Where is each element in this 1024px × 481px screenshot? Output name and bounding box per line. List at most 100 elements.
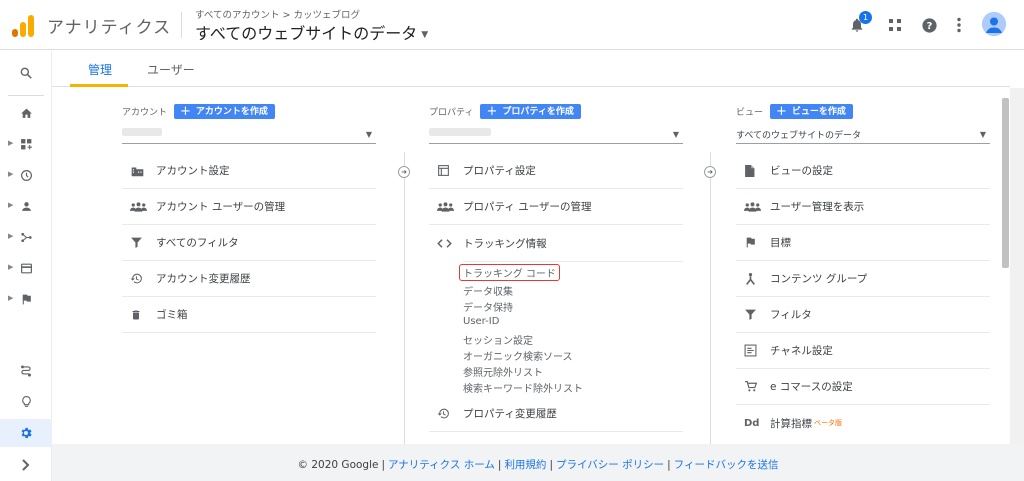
session-settings-link[interactable]: セッション設定 [463,332,533,347]
people-icon [437,201,454,212]
data-retention-link[interactable]: データ保持 [463,299,513,314]
view-user-management-item[interactable]: ユーザー管理を表示 [736,189,990,225]
scrollbar-track[interactable] [1010,88,1024,444]
data-collection-link[interactable]: データ収集 [463,283,513,298]
create-property-button[interactable]: + プロパティを作成 [480,104,581,119]
analytics-logo[interactable] [12,13,34,37]
goals-label: 目標 [770,237,791,249]
view-select[interactable]: すべてのウェブサイトのデータ ▼ [736,126,990,144]
help-icon: ? [921,17,937,33]
property-user-management-label: プロパティ ユーザーの管理 [463,201,592,213]
nav-customization[interactable]: ▶ [0,130,52,158]
account-settings-item[interactable]: アカウント設定 [122,153,376,189]
grid-icon [889,19,901,31]
expand-arrow-icon: ▶ [8,201,14,209]
footer-separator: | [667,459,671,471]
copyright-text: © 2020 Google [297,459,379,471]
expand-arrow-icon: ▶ [8,232,14,240]
view-selected-value: すべてのウェブサイトのデータ [736,131,862,141]
referral-exclusion-link[interactable]: 参照元除外リスト [463,364,543,379]
view-selector[interactable]: すべてのウェブサイトのデータ ▼ [195,20,428,44]
column-divider [710,152,711,444]
nav-home[interactable] [0,99,52,127]
content-grouping-item[interactable]: コンテンツ グループ [736,261,990,297]
property-user-management-item[interactable]: プロパティ ユーザーの管理 [429,189,683,225]
account-change-history-item[interactable]: アカウント変更履歴 [122,261,376,297]
nav-realtime[interactable]: ▶ [0,161,52,189]
analytics-home-link[interactable]: アナリティクス ホーム [388,459,495,471]
view-settings-item[interactable]: ビューの設定 [736,153,990,189]
property-selector[interactable]: ▼ [429,126,683,144]
create-view-button[interactable]: + ビューを作成 [770,104,853,119]
create-account-button[interactable]: + アカウントを作成 [174,104,275,119]
document-icon [745,164,755,177]
nav-audience[interactable]: ▶ [0,192,52,220]
chevron-down-icon: ▼ [421,29,429,40]
beta-badge: ベータ版 [814,419,842,427]
filter-icon [131,237,142,248]
tracking-code-link[interactable]: トラッキング コード [459,264,560,281]
privacy-policy-link[interactable]: プライバシー ポリシー [556,459,664,471]
footer-separator: | [497,459,502,471]
expand-arrow-icon: ▶ [8,263,14,271]
tab-admin[interactable]: 管理 [88,61,112,78]
nav-admin[interactable] [0,419,52,447]
avatar[interactable] [982,12,1006,36]
nav-attribution[interactable] [0,357,52,385]
user-id-link[interactable]: User-ID [463,316,499,327]
clock-icon [20,169,32,181]
view-label: ビュー [736,108,764,118]
account-header: アカウント + アカウントを作成 [122,104,275,119]
property-settings-label: プロパティ設定 [463,165,536,177]
more-options-button[interactable] [948,14,970,36]
app-name: アナリティクス [47,18,172,38]
nav-acquisition[interactable]: ▶ [0,223,52,251]
chevron-right-icon [22,459,30,471]
scrollbar-thumb[interactable] [1002,98,1009,268]
redacted-property-name [429,128,491,136]
left-nav: ▶ ▶ ▶ ▶ ▶ ▶ [0,51,52,481]
property-change-history-label: プロパティ変更履歴 [463,408,557,420]
property-change-history-item[interactable]: プロパティ変更履歴 [429,396,683,432]
create-account-label: アカウントを作成 [195,107,268,117]
organic-search-sources-link[interactable]: オーガニック検索ソース [463,348,573,363]
apps-button[interactable] [884,14,906,36]
channel-settings-item[interactable]: チャネル設定 [736,333,990,369]
flag-icon [22,294,31,304]
view-filters-item[interactable]: フィルタ [736,297,990,333]
calculated-metrics-label: 計算指標 [770,417,812,430]
all-filters-item[interactable]: すべてのフィルタ [122,225,376,261]
account-selector[interactable]: ▼ [122,126,376,144]
account-user-management-label: アカウント ユーザーの管理 [156,201,286,213]
nav-expand[interactable] [0,451,52,479]
account-user-management-item[interactable]: アカウント ユーザーの管理 [122,189,376,225]
footer-separator: | [549,459,553,471]
plus-icon: + [486,104,498,119]
attribution-icon [21,365,31,377]
terms-link[interactable]: 利用規約 [504,459,546,471]
property-settings-item[interactable]: プロパティ設定 [429,153,683,189]
nav-discover[interactable] [0,388,52,416]
nav-conversions[interactable]: ▶ [0,285,52,313]
goals-item[interactable]: 目標 [736,225,990,261]
nav-divider [8,95,44,96]
tab-users[interactable]: ユーザー [147,61,195,78]
nav-behavior[interactable]: ▶ [0,254,52,282]
ecommerce-settings-item[interactable]: e コマースの設定 [736,369,990,405]
trash-item[interactable]: ゴミ箱 [122,297,376,333]
channel-settings-label: チャネル設定 [770,345,833,357]
tracking-info-item[interactable]: トラッキング情報 [429,225,683,261]
redacted-account-name [122,128,162,136]
admin-content: アカウント + アカウントを作成 ▼ アカウント設定 アカウント ユーザーの管理 … [70,88,1002,444]
breadcrumb[interactable]: すべてのアカウント > カッツェブログ [195,7,360,21]
nav-search[interactable] [0,59,52,87]
history-icon [130,273,142,284]
search-term-exclusion-link[interactable]: 検索キーワード除外リスト [463,380,583,395]
footer: © 2020 Google | アナリティクス ホーム | 利用規約 | プライバシー ポリ… [52,444,1024,481]
filter-icon [745,309,756,320]
property-header: プロパティ + プロパティを作成 [429,104,581,119]
calculated-metrics-item[interactable]: Dd 計算指標 ベータ版 [736,405,990,441]
more-vert-icon [957,17,961,33]
help-button[interactable]: ? [918,14,940,36]
send-feedback-link[interactable]: フィードバックを送信 [674,459,779,471]
